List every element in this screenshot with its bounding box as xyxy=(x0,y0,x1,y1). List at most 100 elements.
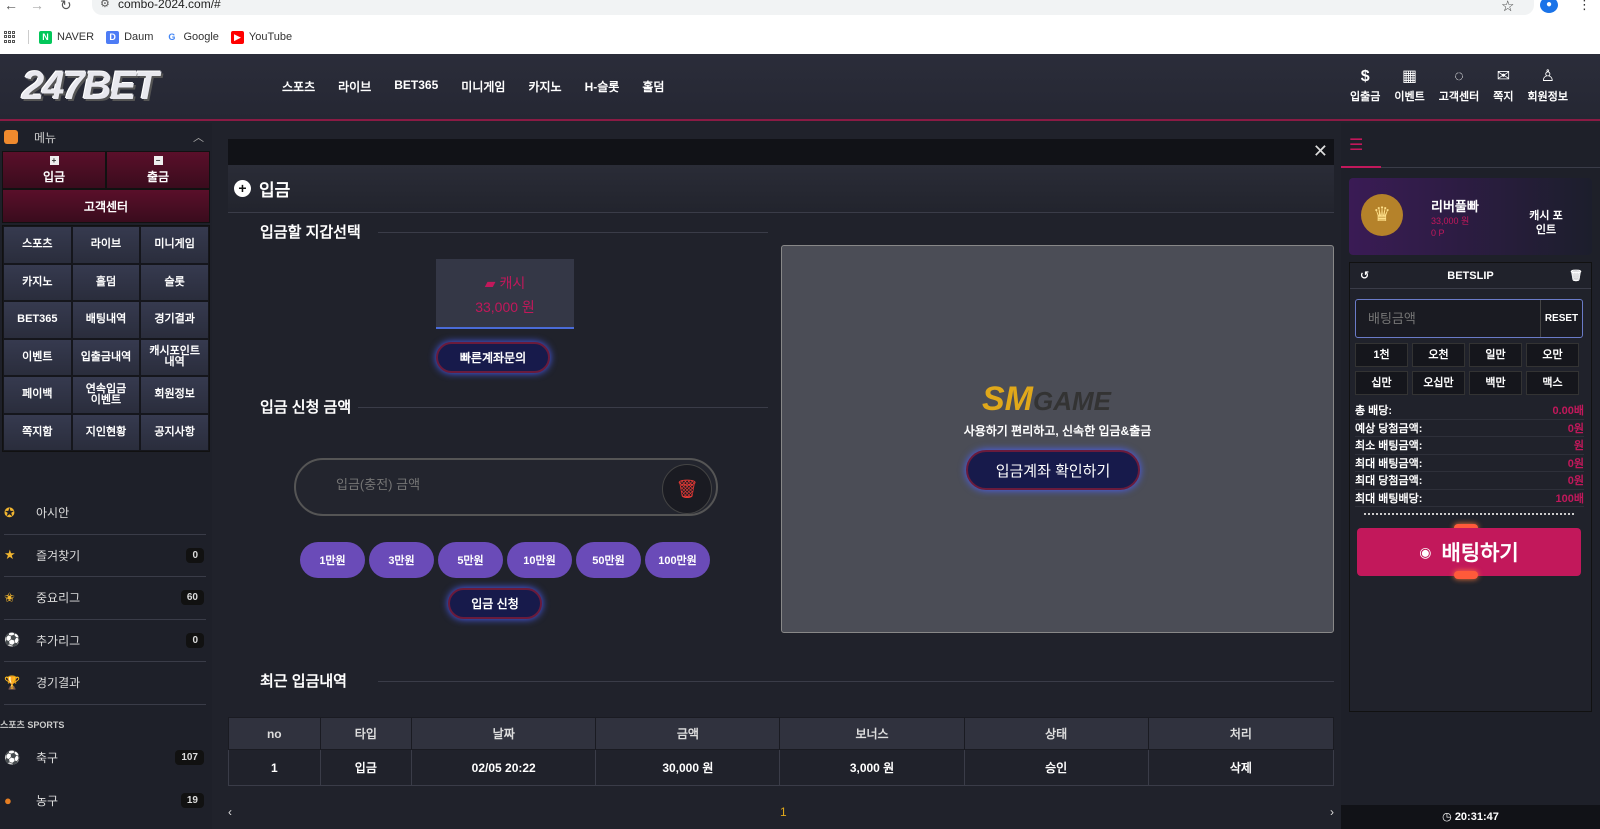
wreath-star-icon: ✬ xyxy=(4,589,15,605)
deposit-button[interactable]: + 입금 xyxy=(2,151,106,189)
menu-holdem[interactable]: 홀덤 xyxy=(71,263,141,301)
sidebar-item-extra-leagues[interactable]: ⚽ 추가리그 0 xyxy=(4,620,206,662)
site-settings-icon[interactable]: ⚙ xyxy=(100,0,110,11)
menu-member-info[interactable]: 회원정보 xyxy=(140,376,209,414)
nav-minigame[interactable]: 미니게임 xyxy=(461,78,505,95)
place-bet-button[interactable]: ◉ 배팅하기 xyxy=(1357,528,1581,576)
quick-account-button[interactable]: 빠른계좌문의 xyxy=(436,342,550,373)
menu-slot[interactable]: 슬롯 xyxy=(140,263,209,301)
menu-event[interactable]: 이벤트 xyxy=(3,338,72,376)
amount-1m-button[interactable]: 100만원 xyxy=(645,542,710,578)
nav-holdem[interactable]: 홀덤 xyxy=(642,78,664,95)
customer-center-button[interactable]: 고객센터 xyxy=(2,189,210,223)
star-badge-icon: ✪ xyxy=(4,504,15,520)
sidebar-item-basketball[interactable]: ● 농구 19 xyxy=(4,779,206,822)
history-icon[interactable]: ↺ xyxy=(1360,269,1369,282)
bookmark-google[interactable]: G Google xyxy=(165,30,219,44)
close-icon[interactable]: ✕ xyxy=(1313,141,1328,162)
mail-icon: ✉ xyxy=(1496,68,1511,85)
nav-live[interactable]: 라이브 xyxy=(338,78,371,95)
amount-500k-button[interactable]: 50만원 xyxy=(576,542,641,578)
reload-icon[interactable]: ↻ xyxy=(60,0,72,14)
chip-50k[interactable]: 오만 xyxy=(1526,343,1579,367)
nav-h-slot[interactable]: H-슬롯 xyxy=(585,78,620,95)
popup-tagline: 사용하기 편리하고, 신속한 입금&출금 xyxy=(963,424,1152,438)
chip-max[interactable]: 맥스 xyxy=(1526,371,1579,395)
chip-10k[interactable]: 일만 xyxy=(1469,343,1522,367)
page-number[interactable]: 1 xyxy=(780,805,787,819)
menu-consecutive-event[interactable]: 연속입금이벤트 xyxy=(71,376,141,414)
header-event[interactable]: ▦ 이벤트 xyxy=(1394,66,1424,104)
menu-transactions[interactable]: 입출금내역 xyxy=(71,338,141,376)
amount-30k-button[interactable]: 3만원 xyxy=(369,542,434,578)
chevron-right-icon[interactable]: › xyxy=(1330,805,1334,819)
nav-casino[interactable]: 카지노 xyxy=(528,78,561,95)
apps-icon[interactable] xyxy=(4,31,16,43)
menu-live[interactable]: 라이브 xyxy=(71,226,141,264)
wallet-card-cash[interactable]: ▰ 캐시 33,000 원 xyxy=(436,259,574,329)
forward-icon[interactable]: → xyxy=(30,0,44,13)
cash-point-link[interactable]: 캐시 포인트 xyxy=(1529,209,1563,237)
menu-grid: 스포츠 라이브 미니게임 카지노 홀덤 슬롯 BET365 배팅내역 경기결과 … xyxy=(2,225,210,452)
header-messages[interactable]: ✉ 쪽지 xyxy=(1493,66,1513,104)
menu-cash-point[interactable]: 캐시포인트내역 xyxy=(140,338,209,376)
menu-notice[interactable]: 공지사항 xyxy=(140,413,209,451)
menu-casino[interactable]: 카지노 xyxy=(3,263,72,301)
profile-icon[interactable]: ● xyxy=(1540,0,1558,13)
chip-100k[interactable]: 십만 xyxy=(1355,371,1408,395)
bookmark-daum[interactable]: D Daum xyxy=(106,30,153,44)
chip-5k[interactable]: 오천 xyxy=(1412,343,1465,367)
bookmark-star-icon[interactable]: ☆ xyxy=(1501,0,1514,15)
chip-500k[interactable]: 오십만 xyxy=(1412,371,1465,395)
site-logo[interactable]: 247BET xyxy=(22,64,159,109)
amount-10k-button[interactable]: 1만원 xyxy=(300,542,365,578)
menu-referrals[interactable]: 지인현황 xyxy=(71,413,141,451)
menu-payback[interactable]: 페이백 xyxy=(3,376,72,414)
header-member-info[interactable]: ♙ 회원정보 xyxy=(1528,66,1568,104)
menu-bet365[interactable]: BET365 xyxy=(3,301,72,339)
list-icon[interactable]: ☰ xyxy=(1349,135,1363,155)
menu-inbox[interactable]: 쪽지함 xyxy=(3,413,72,451)
coins-icon: ◉ xyxy=(1419,543,1432,560)
address-bar[interactable]: ⚙ combo-2024.com/# xyxy=(92,0,1534,15)
header-deposit-withdraw[interactable]: $ 입출금 xyxy=(1350,66,1380,104)
bookmark-naver[interactable]: N NAVER xyxy=(39,30,94,44)
bet-amount-input[interactable] xyxy=(1368,311,1528,326)
header-support[interactable]: ◌ 고객센터 xyxy=(1439,66,1479,104)
amount-input[interactable] xyxy=(336,477,636,492)
delete-link[interactable]: 삭제 xyxy=(1147,749,1335,786)
main-nav: 스포츠 라이브 BET365 미니게임 카지노 H-슬롯 홀덤 xyxy=(282,78,664,95)
chip-1m[interactable]: 백만 xyxy=(1469,371,1522,395)
submit-deposit-button[interactable]: 입금 신청 xyxy=(448,588,542,619)
col-no: no xyxy=(228,717,321,750)
more-menu-icon[interactable]: ⋮ xyxy=(1578,0,1591,13)
back-icon[interactable]: ← xyxy=(4,0,18,13)
withdraw-button[interactable]: − 출금 xyxy=(106,151,210,189)
sm-game-popup: SMGAME 사용하기 편리하고, 신속한 입금&출금 입금계좌 확인하기 xyxy=(781,245,1334,633)
nav-sports[interactable]: 스포츠 xyxy=(282,78,315,95)
amount-100k-button[interactable]: 10만원 xyxy=(507,542,572,578)
trash-icon[interactable]: 🗑 xyxy=(662,464,712,514)
chevron-left-icon[interactable]: ‹ xyxy=(228,805,232,819)
reset-button[interactable]: RESET xyxy=(1540,300,1582,337)
check-account-button[interactable]: 입금계좌 확인하기 xyxy=(966,450,1140,490)
col-date: 날짜 xyxy=(411,717,597,750)
sidebar-item-favorites[interactable]: ★ 즐겨찾기 0 xyxy=(4,535,206,577)
bookmark-youtube[interactable]: ▶ YouTube xyxy=(230,30,292,44)
sidebar-item-results[interactable]: 🏆 경기결과 xyxy=(4,662,206,705)
menu-bet-history[interactable]: 배팅내역 xyxy=(71,301,141,339)
amount-50k-button[interactable]: 5만원 xyxy=(438,542,503,578)
menu-sports[interactable]: 스포츠 xyxy=(3,226,72,264)
sidebar-item-asian[interactable]: ✪ 아시안 xyxy=(4,492,206,535)
menu-results[interactable]: 경기결과 xyxy=(140,301,209,339)
bet-summary: 총 배당: 0.00배 예상 당첨금액: 0원 최소 배팅금액: 원 최대 배팅금액:… xyxy=(1355,402,1584,507)
trash-icon[interactable]: 🗑 xyxy=(1569,269,1583,282)
chevron-up-icon: ︿ xyxy=(193,132,204,144)
menu-minigame[interactable]: 미니게임 xyxy=(140,226,209,264)
count-badge: 19 xyxy=(180,792,204,808)
nav-bet365[interactable]: BET365 xyxy=(394,78,438,95)
chip-1k[interactable]: 1천 xyxy=(1355,343,1408,367)
sidebar-item-major-leagues[interactable]: ✬ 중요리그 60 xyxy=(4,577,206,620)
sidebar-item-soccer[interactable]: ⚽ 축구 107 xyxy=(4,737,206,780)
menu-header[interactable]: 메뉴 ︿ xyxy=(0,123,212,151)
